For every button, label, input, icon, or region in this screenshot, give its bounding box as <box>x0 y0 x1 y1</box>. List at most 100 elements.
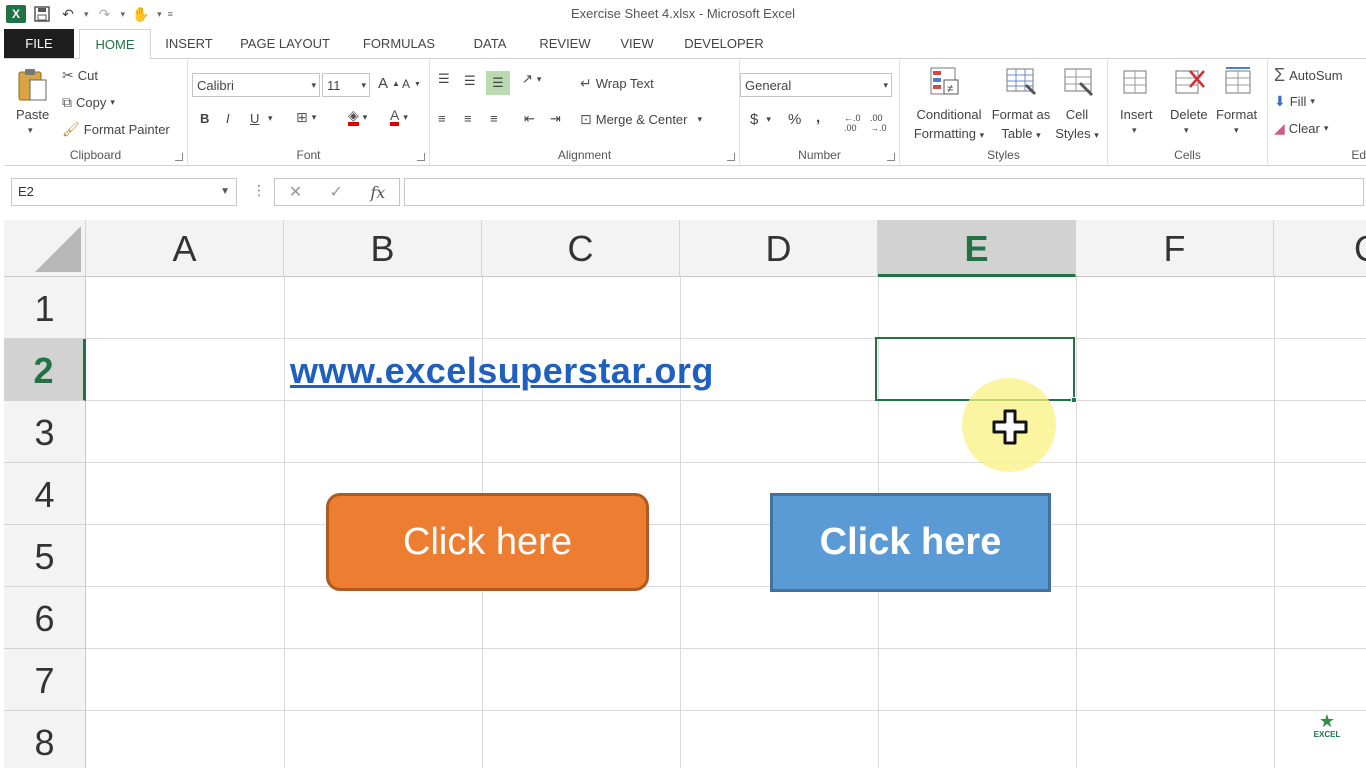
format-dropdown-icon[interactable]: ▾ <box>1234 125 1239 136</box>
font-color-dropdown-icon: ▾ <box>403 111 408 122</box>
row-header-1[interactable]: 1 <box>4 277 86 339</box>
formula-input[interactable] <box>404 178 1364 206</box>
align-middle-icon[interactable]: ☰ <box>464 73 476 89</box>
orientation-icon[interactable]: ↗ ▾ <box>522 71 541 87</box>
blue-button-label: Click here <box>819 521 1002 563</box>
column-header-e[interactable]: E <box>878 220 1076 277</box>
enter-icon[interactable]: ✓ <box>330 182 343 202</box>
cancel-icon[interactable]: ✕ <box>289 182 302 202</box>
percent-button[interactable]: % <box>788 111 801 128</box>
wrap-text-label: Wrap Text <box>595 76 654 91</box>
worksheet-grid[interactable]: A B C D E F G 1 2 3 4 5 6 7 8 www.excels… <box>4 220 1366 768</box>
row-header-2[interactable]: 2 <box>4 339 86 401</box>
insert-cells-button[interactable]: Insert <box>1120 107 1153 122</box>
delete-dropdown-icon[interactable]: ▾ <box>1184 125 1189 136</box>
window-title: Exercise Sheet 4.xlsx - Microsoft Excel <box>571 6 795 21</box>
column-header-b[interactable]: B <box>284 220 482 277</box>
paste-dropdown-icon[interactable]: ▾ <box>28 125 33 136</box>
fill-down-icon: ⬇ <box>1274 93 1286 109</box>
tab-insert[interactable]: INSERT <box>154 29 224 58</box>
align-top-icon[interactable]: ☰ <box>438 71 450 87</box>
row-header-3[interactable]: 3 <box>4 401 86 463</box>
underline-dropdown-icon[interactable]: ▾ <box>268 113 273 124</box>
row-header-4[interactable]: 4 <box>4 463 86 525</box>
cut-button[interactable]: ✂ Cut <box>62 67 98 84</box>
fill-button[interactable]: ⬇ Fill ▾ <box>1274 93 1315 110</box>
format-as-table-button[interactable]: Format as Table ▾ <box>988 105 1054 145</box>
paste-icon[interactable] <box>16 67 50 101</box>
insert-dropdown-icon[interactable]: ▾ <box>1132 125 1137 136</box>
increase-decimal-icon[interactable]: ←.0.00 <box>844 113 861 133</box>
format-cells-icon[interactable] <box>1222 65 1256 99</box>
number-launcher-icon[interactable] <box>887 153 895 161</box>
tab-data[interactable]: DATA <box>460 29 520 58</box>
align-left-icon[interactable]: ≡ <box>438 111 446 126</box>
decrease-font-icon[interactable]: A ▼ <box>402 77 421 91</box>
name-box[interactable]: E2 ▼ <box>11 178 237 206</box>
clear-button[interactable]: ◢ Clear ▾ <box>1274 120 1328 137</box>
column-header-a[interactable]: A <box>86 220 284 277</box>
row-header-8[interactable]: 8 <box>4 711 86 768</box>
blue-click-here-button[interactable]: Click here <box>770 493 1051 592</box>
format-as-table-icon[interactable] <box>1004 65 1038 99</box>
column-header-f[interactable]: F <box>1076 220 1274 277</box>
underline-button[interactable]: U <box>250 111 259 126</box>
cell-styles-button[interactable]: Cell Styles ▾ <box>1052 105 1102 145</box>
formula-bar-grip-icon[interactable]: ⋮ <box>252 182 266 199</box>
delete-cells-icon[interactable] <box>1172 65 1206 99</box>
tab-page-layout[interactable]: PAGE LAYOUT <box>230 29 340 58</box>
copy-button[interactable]: ⧉ Copy ▾ <box>62 94 115 111</box>
column-header-c[interactable]: C <box>482 220 680 277</box>
clipboard-launcher-icon[interactable] <box>175 153 183 161</box>
increase-font-icon[interactable]: A ▲ <box>378 75 400 92</box>
cell-styles-icon[interactable] <box>1062 65 1096 99</box>
insert-function-icon[interactable]: fx <box>370 183 385 202</box>
align-right-icon[interactable]: ≡ <box>490 111 498 126</box>
merge-center-button[interactable]: ⊡ Merge & Center ▾ <box>580 111 702 128</box>
format-cells-button[interactable]: Format <box>1216 107 1257 122</box>
conditional-formatting-button[interactable]: Conditional Formatting ▾ <box>908 105 990 145</box>
row-header-7[interactable]: 7 <box>4 649 86 711</box>
tab-view[interactable]: VIEW <box>612 29 662 58</box>
decrease-indent-icon[interactable]: ⇤ <box>524 111 535 127</box>
fill-handle[interactable] <box>1071 397 1077 403</box>
bold-button[interactable]: B <box>200 111 209 126</box>
alignment-launcher-icon[interactable] <box>727 153 735 161</box>
decrease-decimal-icon[interactable]: .00 →.0 <box>870 113 887 133</box>
column-header-d[interactable]: D <box>680 220 878 277</box>
column-header-g[interactable]: G <box>1274 220 1366 277</box>
copy-dropdown-icon[interactable]: ▾ <box>110 97 115 108</box>
currency-button[interactable]: $ ▾ <box>750 111 771 128</box>
font-launcher-icon[interactable] <box>417 153 425 161</box>
fill-color-button[interactable]: ◈ ▾ <box>348 108 367 126</box>
select-all-button[interactable] <box>4 220 86 277</box>
align-center-icon[interactable]: ≡ <box>464 111 472 126</box>
number-format-select[interactable]: General ▾ <box>740 73 892 97</box>
cell-styles-label-1: Cell <box>1065 107 1089 122</box>
tab-home[interactable]: HOME <box>79 29 151 59</box>
tab-formulas[interactable]: FORMULAS <box>354 29 444 58</box>
paste-button[interactable]: Paste <box>16 107 49 122</box>
comma-button[interactable]: , <box>816 109 820 126</box>
autosum-button[interactable]: Σ AutoSum <box>1274 65 1343 86</box>
tab-file[interactable]: FILE <box>4 29 74 58</box>
row-header-5[interactable]: 5 <box>4 525 86 587</box>
hyperlink-cell-b2[interactable]: www.excelsuperstar.org <box>290 350 714 392</box>
tab-review[interactable]: REVIEW <box>532 29 598 58</box>
increase-indent-icon[interactable]: ⇥ <box>550 111 561 127</box>
delete-cells-button[interactable]: Delete <box>1170 107 1208 122</box>
font-color-button[interactable]: A ▾ <box>390 108 408 126</box>
format-painter-button[interactable]: 🖌 Format Painter <box>62 121 170 138</box>
orange-click-here-button[interactable]: Click here <box>326 493 649 591</box>
borders-button[interactable]: ⊞ ▾ <box>296 109 316 126</box>
align-bottom-icon[interactable]: ☰ <box>486 71 510 95</box>
insert-cells-icon[interactable] <box>1120 65 1154 99</box>
italic-button[interactable]: I <box>226 111 230 126</box>
tab-developer[interactable]: DEVELOPER <box>676 29 772 58</box>
conditional-formatting-icon[interactable]: ≠ <box>928 65 962 99</box>
row-header-6[interactable]: 6 <box>4 587 86 649</box>
font-name-select[interactable]: Calibri ▾ <box>192 73 320 97</box>
font-size-select[interactable]: 11 ▾ <box>322 73 370 97</box>
wrap-text-button[interactable]: ↵ Wrap Text <box>580 75 654 92</box>
name-box-dropdown-icon[interactable]: ▼ <box>220 179 230 205</box>
